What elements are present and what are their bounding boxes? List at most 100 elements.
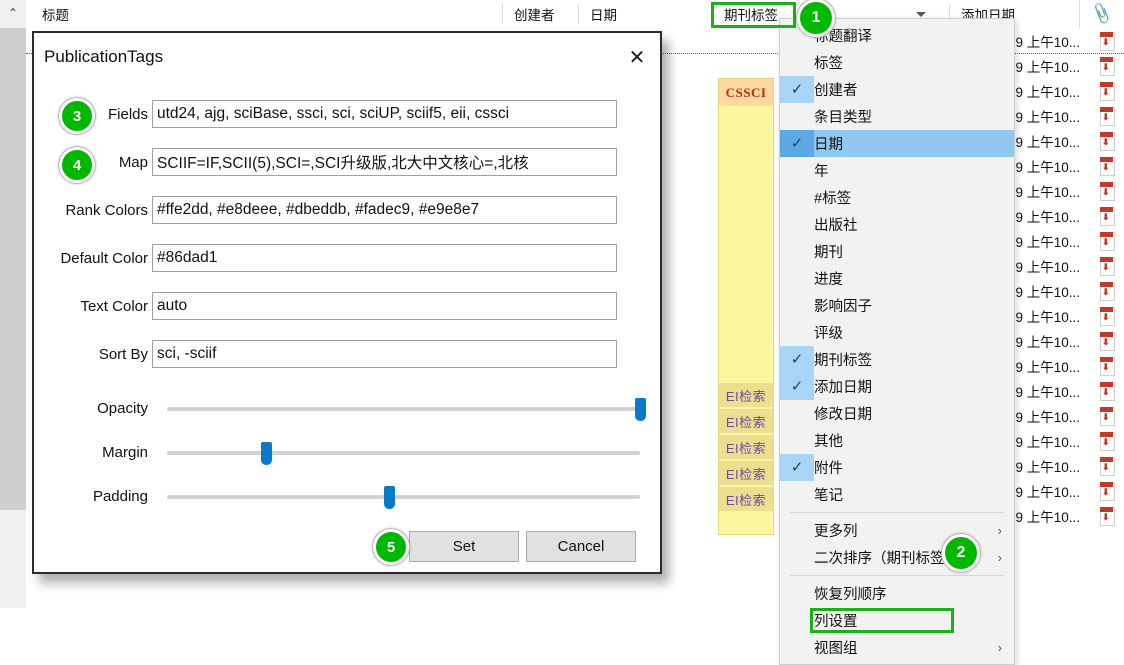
pdf-icon[interactable]: ⬇ [1099,382,1115,401]
menu-item-label: 期刊标签 [814,353,872,369]
menu-item-10[interactable]: 影响因子 [780,292,1014,319]
pdf-icon[interactable]: ⬇ [1099,232,1115,251]
field-row-map: Map SCIIF=IF,SCII(5),SCI=,SCI升级版,北大中文核心=… [34,148,660,176]
menu-item-23[interactable]: 列设置 [780,607,1014,634]
menu-item-check-slot [780,517,814,544]
menu-item-check-slot [780,103,814,130]
menu-item-15[interactable]: 其他 [780,427,1014,454]
pdf-icon[interactable]: ⬇ [1099,357,1115,376]
tag-chip-ei[interactable]: EI检索 [719,408,773,433]
menu-separator [790,575,1004,576]
pdf-icon[interactable]: ⬇ [1099,82,1115,101]
pdf-icon[interactable]: ⬇ [1099,157,1115,176]
chevron-right-icon: › [997,640,1002,655]
pdf-icon[interactable]: ⬇ [1099,332,1115,351]
menu-item-11[interactable]: 评级 [780,319,1014,346]
column-header-attachment[interactable]: 📎 [1079,0,1124,28]
menu-item-label: 影响因子 [814,299,872,315]
row-date-added: 9 上午10... [1015,234,1080,250]
row-date-added: 9 上午10... [1015,84,1080,100]
annotation-badge-4: 4 [59,147,95,183]
menu-item-label: 笔记 [814,488,843,504]
menu-item-24[interactable]: 视图组 › [780,634,1014,661]
row-date-added: 9 上午10... [1015,459,1080,475]
close-icon[interactable]: ✕ [624,45,650,71]
menu-item-7[interactable]: 出版社 [780,211,1014,238]
field-label-rank-colors: Rank Colors [65,201,148,219]
row-date-added: 9 上午10... [1015,59,1080,75]
menu-item-2[interactable]: ✓ 创建者 [780,76,1014,103]
menu-item-12[interactable]: ✓ 期刊标签 [780,346,1014,373]
pdf-icon[interactable]: ⬇ [1099,407,1115,426]
menu-item-check-slot [780,544,814,571]
column-context-menu[interactable]: 标题翻译 标签 ✓ 创建者 条目类型 ✓ 日期年 #标签 出版社 期刊 进度 影响因子 评级 ✓ 期刊标签 ✓… [779,18,1015,665]
menu-item-check-slot [780,292,814,319]
menu-item-13[interactable]: ✓ 添加日期 [780,373,1014,400]
text-color-input[interactable]: auto [152,292,617,320]
chevron-up-icon: ⌃ [7,6,19,20]
pdf-icon[interactable]: ⬇ [1099,432,1115,451]
menu-item-16[interactable]: ✓ 附件 [780,454,1014,481]
pdf-icon[interactable]: ⬇ [1099,107,1115,126]
opacity-slider-track[interactable] [167,398,646,421]
menu-item-14[interactable]: 修改日期 [780,400,1014,427]
highlight-publication-tags-header [711,2,796,28]
cancel-button[interactable]: Cancel [526,531,636,562]
padding-slider-track[interactable] [167,486,640,509]
tag-chip-ei[interactable]: EI检索 [719,460,773,485]
collapse-pane-button[interactable]: ⌃ [0,0,26,28]
menu-item-label: 添加日期 [814,380,872,396]
menu-item-9[interactable]: 进度 [780,265,1014,292]
menu-item-check-slot [780,265,814,292]
column-header-title[interactable]: 标题 [34,0,494,28]
sort-by-input[interactable]: sci, -sciif [152,340,617,368]
menu-item-label: 日期 [814,137,843,153]
pdf-icon[interactable]: ⬇ [1099,482,1115,501]
field-label-sort-by: Sort By [98,345,148,363]
menu-item-3[interactable]: 条目类型 [780,103,1014,130]
menu-item-6[interactable]: #标签 [780,184,1014,211]
menu-item-8[interactable]: 期刊 [780,238,1014,265]
highlight-column-settings [810,608,954,633]
menu-item-1[interactable]: 标签 [780,49,1014,76]
chevron-right-icon: › [997,550,1002,565]
column-header-date[interactable]: 日期 [582,0,712,28]
opacity-slider-thumb[interactable] [635,398,646,421]
field-label-default-color: Default Color [60,249,148,267]
row-date-added: 9 上午10... [1015,209,1080,225]
menu-item-22[interactable]: 恢复列顺序 [780,580,1014,607]
tag-chip-ei[interactable]: EI检索 [719,434,773,459]
padding-slider-thumb[interactable] [384,486,396,509]
menu-item-check-slot [780,211,814,238]
tag-chip-ei[interactable]: EI检索 [719,382,773,407]
menu-item-19[interactable]: 更多列 › [780,517,1014,544]
menu-item-4[interactable]: ✓ 日期 [780,130,1014,157]
margin-slider-track[interactable] [167,442,640,465]
row-date-added: 9 上午10... [1015,509,1080,525]
map-input[interactable]: SCIIF=IF,SCII(5),SCI=,SCI升级版,北大中文核心=,北核 [152,148,617,176]
pdf-icon[interactable]: ⬇ [1099,282,1115,301]
margin-slider-thumb[interactable] [261,442,273,465]
tag-chip-cssci[interactable]: CSSCI [719,79,773,106]
menu-item-5[interactable]: 年 [780,157,1014,184]
column-header-creator[interactable]: 创建者 [506,0,580,28]
row-date-added: 9 上午10... [1015,409,1080,425]
default-color-input[interactable]: #86dad1 [152,244,617,272]
row-date-added: 9 上午10... [1015,284,1080,300]
set-button[interactable]: Set [409,531,519,562]
tag-chip-ei[interactable]: EI检索 [719,486,773,511]
pdf-icon[interactable]: ⬇ [1099,457,1115,476]
pdf-icon[interactable]: ⬇ [1099,507,1115,526]
pdf-icon[interactable]: ⬇ [1099,32,1115,51]
rank-colors-input[interactable]: #ffe2dd, #e8deee, #dbeddb, #fadec9, #e9e… [152,196,617,224]
pdf-icon[interactable]: ⬇ [1099,182,1115,201]
pdf-icon[interactable]: ⬇ [1099,207,1115,226]
menu-item-check-slot [780,157,814,184]
menu-item-17[interactable]: 笔记 [780,481,1014,508]
pdf-icon[interactable]: ⬇ [1099,257,1115,276]
pdf-icon[interactable]: ⬇ [1099,307,1115,326]
pdf-icon[interactable]: ⬇ [1099,57,1115,76]
fields-input[interactable]: utd24, ajg, sciBase, ssci, sci, sciUP, s… [152,100,617,128]
pdf-icon[interactable]: ⬇ [1099,132,1115,151]
paperclip-icon: 📎 [1089,3,1115,26]
